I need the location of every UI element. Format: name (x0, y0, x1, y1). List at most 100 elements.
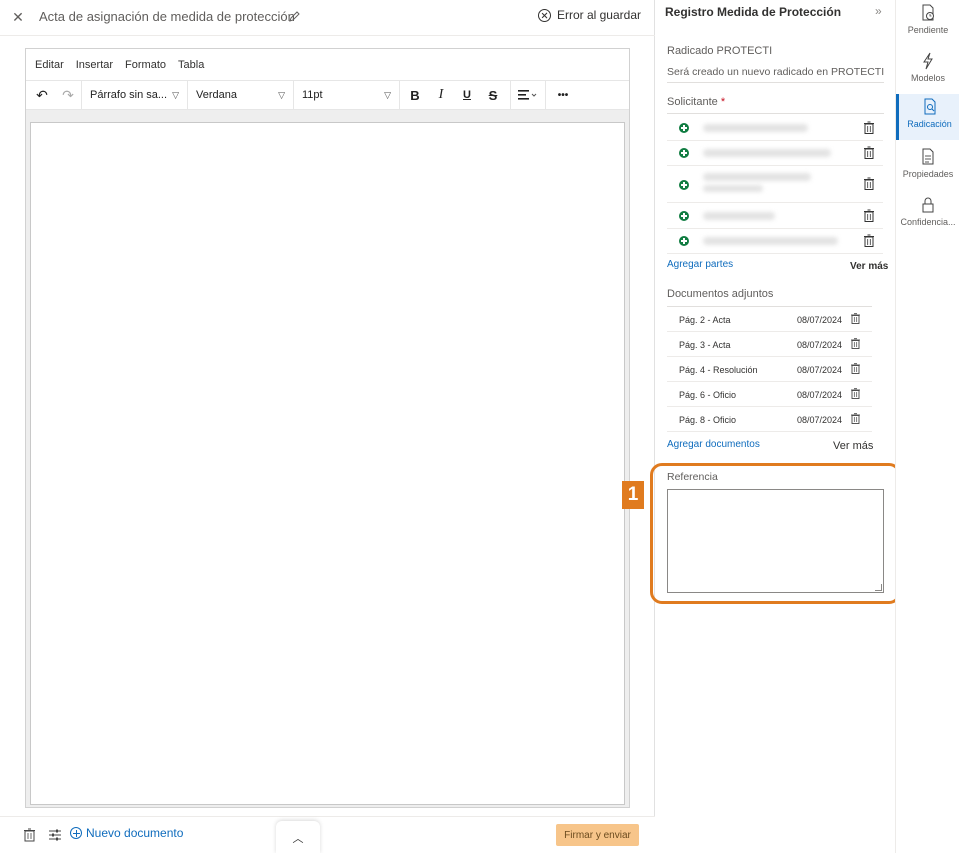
party-row (667, 166, 883, 203)
strikethrough-button[interactable]: S (480, 82, 506, 108)
attachment-row[interactable]: Pág. 8 - Oficio 08/07/2024 (667, 407, 872, 432)
underline-button[interactable]: U (454, 82, 480, 108)
trash-icon[interactable] (851, 313, 860, 324)
menu-formato[interactable]: Formato (125, 59, 166, 71)
bold-button[interactable]: B (402, 82, 428, 108)
menu-editar[interactable]: Editar (35, 59, 64, 71)
editor-pane: ✕ Acta de asignación de medida de protec… (0, 0, 655, 853)
attachment-name: Pág. 3 - Acta (679, 340, 731, 350)
redacted-party (703, 173, 811, 181)
trash-icon[interactable] (864, 146, 874, 159)
party-row (667, 203, 883, 229)
add-documents-link[interactable]: Agregar documentos (667, 439, 760, 450)
attachment-row[interactable]: Pág. 2 - Acta 08/07/2024 (667, 307, 872, 332)
rich-text-editor: Editar Insertar Formato Tabla ↶ ↷ Párraf… (25, 48, 630, 808)
save-error-status: Error al guardar (537, 8, 641, 22)
add-party-icon[interactable] (679, 148, 689, 158)
attachment-date: 08/07/2024 (797, 415, 843, 425)
party-row (667, 228, 883, 254)
rail-item-confidencialidad[interactable]: Confidencia... (896, 192, 959, 238)
font-family-select[interactable]: Verdana ▽ (188, 81, 293, 109)
trash-icon[interactable] (24, 828, 35, 842)
lightning-icon (923, 52, 933, 70)
add-parties-link[interactable]: Agregar partes (667, 259, 733, 270)
align-select[interactable] (511, 82, 545, 108)
more-options-button[interactable]: ••• (546, 82, 580, 108)
rail-item-propiedades[interactable]: Propiedades (896, 144, 959, 190)
expand-panel-icon[interactable]: » (875, 4, 882, 18)
attachment-name: Pág. 8 - Oficio (679, 415, 737, 425)
font-size-select[interactable]: 11pt ▽ (294, 81, 399, 109)
attachment-row[interactable]: Pág. 4 - Resolución 08/07/2024 (667, 357, 872, 382)
redacted-party (703, 212, 775, 220)
new-document-button[interactable]: Nuevo documento (70, 826, 183, 840)
add-circle-icon (70, 827, 82, 839)
trash-icon[interactable] (851, 363, 860, 374)
chevron-down-icon: ▽ (384, 89, 391, 100)
properties-icon (922, 148, 934, 165)
solicitante-label: Solicitante * (667, 96, 725, 108)
chevron-up-icon: ︿ (292, 832, 304, 845)
redacted-party (703, 149, 831, 157)
add-party-icon[interactable] (679, 180, 689, 190)
filing-icon (924, 98, 935, 115)
editor-menubar: Editar Insertar Formato Tabla (26, 49, 629, 80)
rail-label: Radicación (907, 119, 952, 129)
document-page[interactable] (30, 122, 625, 805)
block-format-select[interactable]: Párrafo sin sa... ▽ (82, 81, 187, 109)
radicado-info: Será creado un nuevo radicado en PROTECT… (667, 66, 885, 78)
party-row (667, 115, 883, 141)
editor-toolbar: ↶ ↷ Párrafo sin sa... ▽ Verdana ▽ 11pt ▽… (26, 80, 629, 110)
required-mark: * (720, 96, 726, 108)
trash-icon[interactable] (864, 177, 874, 190)
redacted-party (703, 124, 808, 132)
rail-item-modelos[interactable]: Modelos (896, 48, 959, 94)
rail-label: Pendiente (907, 25, 949, 35)
redo-icon[interactable]: ↷ (55, 82, 81, 108)
menu-insertar[interactable]: Insertar (76, 59, 113, 71)
close-icon[interactable]: ✕ (10, 8, 26, 26)
see-more-parties-link[interactable]: Ver más (850, 261, 888, 272)
rail-label: Propiedades (902, 169, 954, 179)
menu-tabla[interactable]: Tabla (178, 59, 204, 71)
add-party-icon[interactable] (679, 236, 689, 246)
see-more-docs-link[interactable]: Ver más (833, 440, 873, 452)
attachment-name: Pág. 6 - Oficio (679, 390, 737, 400)
undo-icon[interactable]: ↶ (29, 82, 55, 108)
edit-title-icon[interactable] (287, 9, 301, 25)
settings-sliders-icon[interactable] (49, 829, 61, 841)
attachments-label: Documentos adjuntos (667, 288, 774, 300)
trash-icon[interactable] (864, 234, 874, 247)
add-party-icon[interactable] (679, 123, 689, 133)
reference-label: Referencia (667, 471, 718, 483)
radicado-label: Radicado PROTECTI (667, 45, 773, 57)
collapse-panel-button[interactable]: ︿ (276, 821, 320, 853)
document-header: ✕ Acta de asignación de medida de protec… (0, 0, 655, 36)
attachment-date: 08/07/2024 (797, 315, 843, 325)
trash-icon[interactable] (851, 413, 860, 424)
error-circle-icon (537, 8, 551, 22)
document-title: Acta de asignación de medida de protecci… (39, 9, 295, 24)
party-row (667, 140, 883, 166)
attachment-row[interactable]: Pág. 6 - Oficio 08/07/2024 (667, 382, 872, 407)
redacted-party (703, 237, 838, 245)
trash-icon[interactable] (864, 121, 874, 134)
font-size-value: 11pt (302, 89, 323, 101)
save-error-text: Error al guardar (556, 8, 641, 22)
toolbar-divider (399, 80, 400, 110)
reference-textarea[interactable] (667, 489, 884, 593)
attachment-row[interactable]: Pág. 3 - Acta 08/07/2024 (667, 332, 872, 357)
trash-icon[interactable] (851, 388, 860, 399)
divider (667, 82, 884, 83)
resize-handle-icon[interactable] (875, 584, 882, 591)
rail-item-radicacion[interactable]: Radicación (896, 94, 959, 140)
lock-icon (922, 197, 934, 213)
document-footer: Nuevo documento ︿ Firmar y enviar (0, 816, 655, 853)
redacted-party (703, 185, 763, 192)
rail-item-pendiente[interactable]: Pendiente (896, 0, 959, 46)
add-party-icon[interactable] (679, 211, 689, 221)
trash-icon[interactable] (864, 209, 874, 222)
sign-and-send-button[interactable]: Firmar y enviar (556, 824, 639, 846)
trash-icon[interactable] (851, 338, 860, 349)
italic-button[interactable]: I (428, 82, 454, 108)
